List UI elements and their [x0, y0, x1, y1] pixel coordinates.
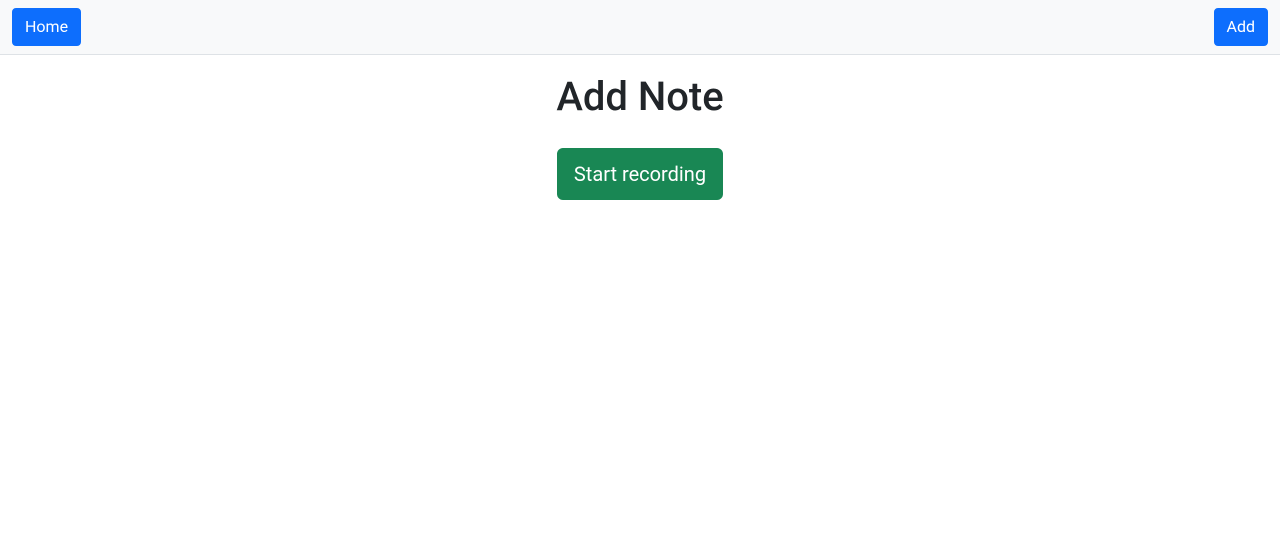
- add-button[interactable]: Add: [1214, 8, 1268, 46]
- navbar: Home Add: [0, 0, 1280, 55]
- main-content: Add Note Start recording: [0, 55, 1280, 200]
- page-title: Add Note: [0, 73, 1280, 120]
- start-recording-button[interactable]: Start recording: [557, 148, 723, 200]
- home-button[interactable]: Home: [12, 8, 81, 46]
